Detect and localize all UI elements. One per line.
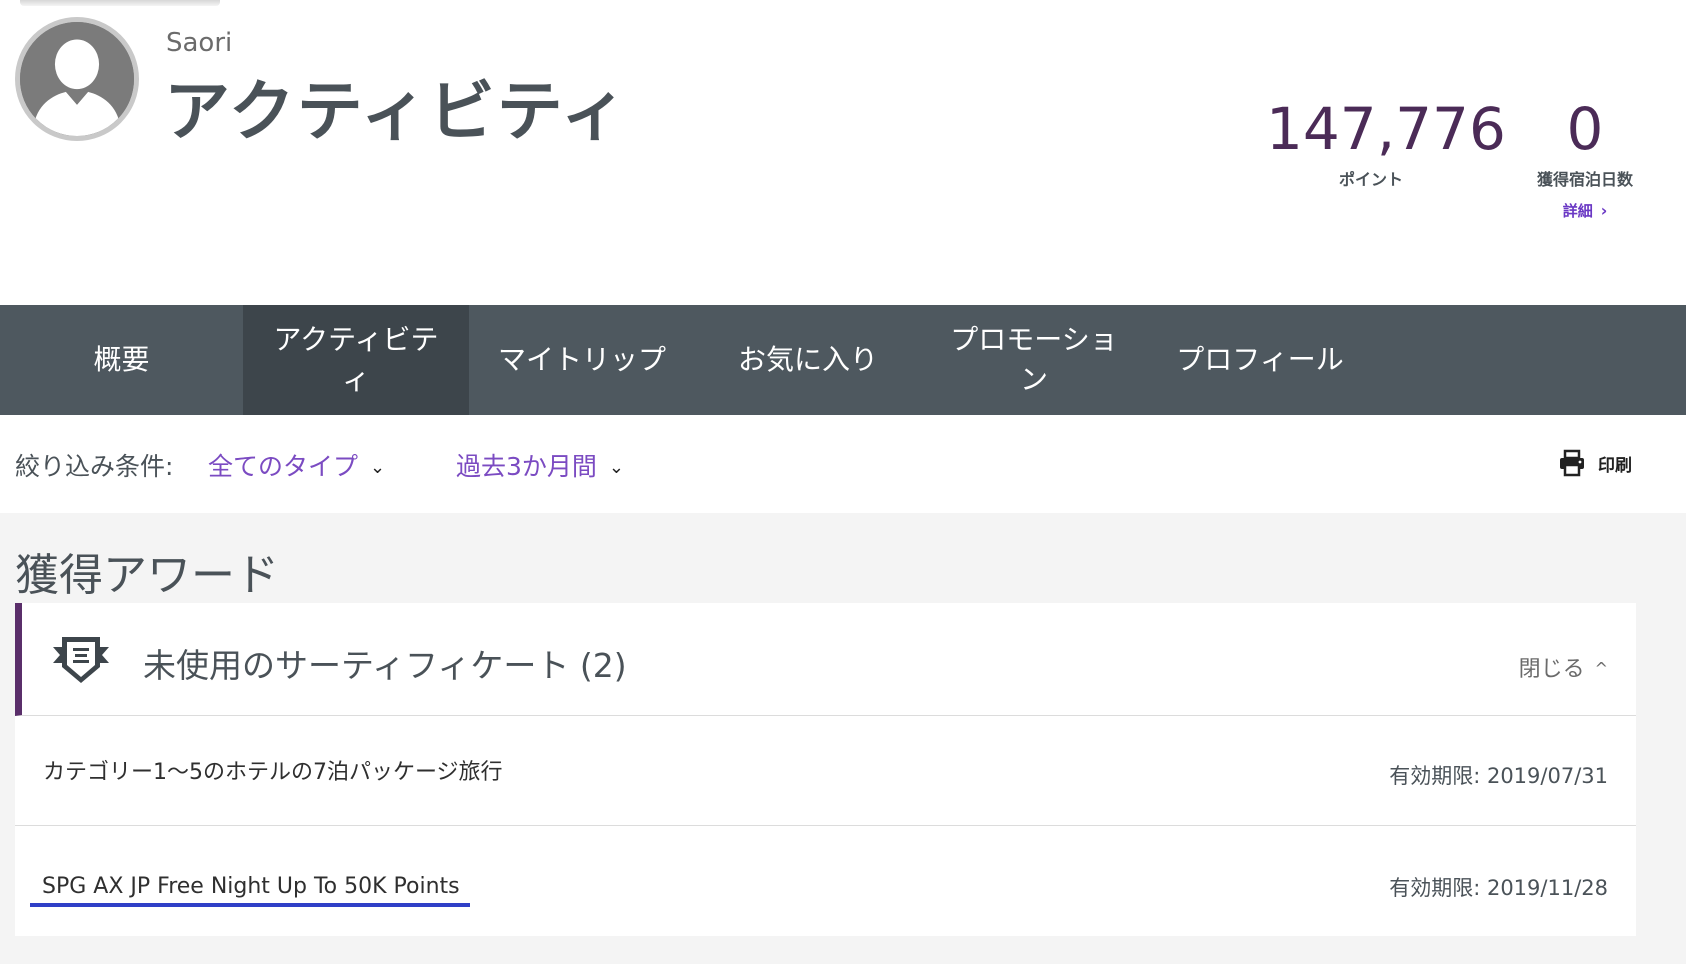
points-label: ポイント	[1338, 170, 1403, 189]
period-filter-dropdown[interactable]: 過去3か月間 ⌄	[456, 447, 624, 483]
period-filter-value: 過去3か月間	[456, 452, 597, 481]
collapse-button[interactable]: 閉じる ^	[1519, 651, 1608, 683]
certificate-expiry: 有効期限: 2019/07/31	[1389, 764, 1608, 788]
certificate-badge-icon	[53, 637, 109, 683]
chevron-right-icon: ›	[1600, 201, 1608, 220]
nights-stat: 0 獲得宿泊日数 詳細 ›	[1520, 100, 1650, 221]
user-name: Saori	[166, 28, 233, 58]
page-title: アクティビティ	[164, 73, 629, 150]
tab-activity[interactable]: アクティビティ	[243, 305, 469, 415]
main-nav: 概要 アクティビティ マイトリップ お気に入り プロモーション プロフィール	[0, 305, 1686, 415]
points-stat: 147,776 ポイント	[1266, 95, 1506, 190]
chevron-up-icon: ^	[1594, 659, 1608, 678]
tab-my-trips-label: マイトリップ	[497, 343, 666, 376]
tab-overview-label: 概要	[93, 343, 150, 376]
certificate-title-link[interactable]: SPG AX JP Free Night Up To 50K Points	[30, 874, 470, 907]
chevron-down-icon: ⌄	[370, 457, 386, 478]
tab-activity-label: アクティビティ	[273, 323, 439, 396]
user-silhouette-icon	[20, 22, 134, 136]
details-link[interactable]: 詳細 ›	[1563, 200, 1608, 221]
top-bar-shadow	[20, 0, 220, 6]
filter-bar: 絞り込み条件: 全てのタイプ ⌄ 過去3か月間 ⌄ 印刷	[0, 415, 1686, 513]
nights-value: 0	[1566, 95, 1604, 163]
awards-section: 獲得アワード 未使用のサーティフィケート (2) 閉じる ^ カテゴリー1～5のホ…	[0, 513, 1686, 964]
tab-favorites[interactable]: お気に入り	[695, 305, 921, 415]
points-value: 147,776	[1266, 95, 1506, 163]
print-button[interactable]: 印刷	[1558, 449, 1632, 477]
printer-icon	[1560, 449, 1584, 477]
section-title: 獲得アワード	[15, 550, 279, 601]
type-filter-value: 全てのタイプ	[208, 452, 359, 481]
nights-label: 獲得宿泊日数	[1536, 170, 1633, 189]
certificate-expiry: 有効期限: 2019/11/28	[1389, 876, 1608, 900]
print-label: 印刷	[1598, 455, 1632, 476]
chevron-down-icon: ⌄	[608, 457, 624, 478]
tab-favorites-label: お気に入り	[737, 343, 878, 376]
certificates-card-title: 未使用のサーティフィケート (2)	[143, 646, 627, 685]
avatar	[15, 17, 139, 141]
list-item: SPG AX JP Free Night Up To 50K Points 有効…	[15, 826, 1636, 936]
collapse-label: 閉じる	[1518, 657, 1585, 682]
tab-profile-label: プロフィール	[1176, 343, 1344, 376]
list-item: カテゴリー1～5のホテルの7泊パッケージ旅行 有効期限: 2019/07/31	[15, 716, 1636, 826]
certificates-card: 未使用のサーティフィケート (2) 閉じる ^ カテゴリー1～5のホテルの7泊パッ…	[15, 603, 1636, 936]
type-filter-dropdown[interactable]: 全てのタイプ ⌄	[208, 447, 385, 483]
certificates-card-header: 未使用のサーティフィケート (2) 閉じる ^	[15, 603, 1636, 716]
tab-profile[interactable]: プロフィール	[1147, 305, 1373, 415]
details-link-label: 詳細	[1562, 202, 1593, 220]
tab-promotions[interactable]: プロモーション	[921, 305, 1147, 415]
tab-overview[interactable]: 概要	[0, 305, 243, 415]
certificate-title: カテゴリー1～5のホテルの7泊パッケージ旅行	[43, 760, 503, 785]
tab-promotions-label: プロモーション	[950, 323, 1118, 396]
filter-label: 絞り込み条件:	[15, 452, 174, 481]
tab-my-trips[interactable]: マイトリップ	[469, 305, 695, 415]
